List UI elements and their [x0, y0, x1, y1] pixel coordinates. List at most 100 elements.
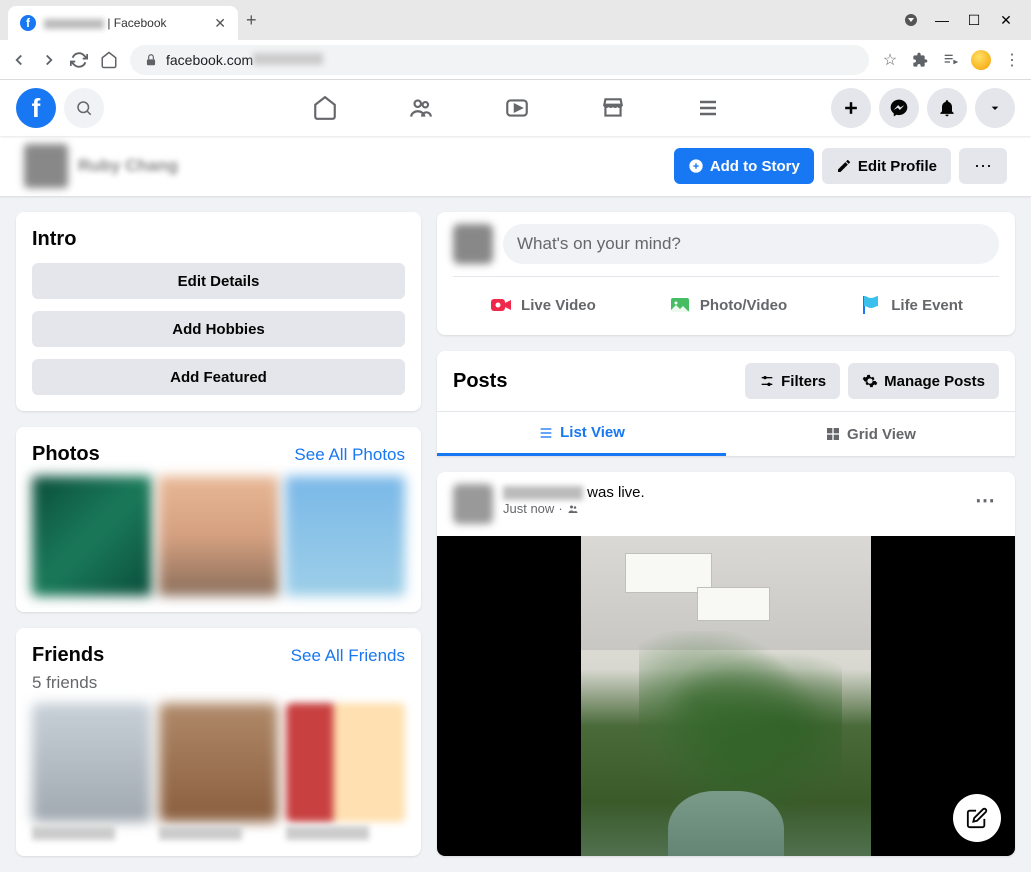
photos-title: Photos: [32, 443, 100, 466]
profile-more-button[interactable]: ⋯: [959, 148, 1007, 184]
life-event-button[interactable]: Life Event: [845, 287, 977, 323]
left-column: Intro Edit Details Add Hobbies Add Featu…: [16, 212, 421, 856]
composer-avatar[interactable]: [453, 224, 493, 264]
manage-posts-button[interactable]: Manage Posts: [848, 363, 999, 399]
composer-input[interactable]: What's on your mind?: [503, 224, 999, 264]
new-tab-button[interactable]: +: [246, 10, 257, 31]
plus-icon: [841, 98, 861, 118]
posts-title: Posts: [453, 370, 507, 393]
see-all-friends-link[interactable]: See All Friends: [291, 646, 405, 666]
maximize-button[interactable]: ☐: [967, 13, 981, 27]
friends-count: 5 friends: [32, 673, 405, 693]
post-image: [581, 536, 871, 856]
plus-circle-icon: [688, 158, 704, 174]
post-author-avatar[interactable]: [453, 484, 493, 524]
reading-list-icon[interactable]: [941, 51, 959, 69]
friend-grid: [32, 703, 405, 840]
photo-grid: [32, 476, 405, 596]
center-nav: [312, 95, 720, 121]
url-field[interactable]: facebook.com: [130, 45, 869, 75]
tab-close-icon[interactable]: ✕: [214, 15, 226, 32]
photos-card: Photos See All Photos: [16, 427, 421, 612]
friends-title: Friends: [32, 644, 104, 667]
browser-menu-icon[interactable]: ⋮: [1003, 51, 1021, 69]
add-hobbies-button[interactable]: Add Hobbies: [32, 311, 405, 347]
nav-menu[interactable]: [696, 95, 720, 121]
notifications-button[interactable]: [927, 88, 967, 128]
browser-tab[interactable]: f | Facebook ✕: [8, 6, 238, 40]
content-area: Intro Edit Details Add Hobbies Add Featu…: [0, 196, 1031, 872]
profile-header: Ruby Chang Add to Story Edit Profile ⋯: [0, 136, 1031, 196]
nav-watch[interactable]: [504, 95, 530, 121]
composer-card: What's on your mind? Live Video Photo/Vi…: [437, 212, 1015, 335]
address-bar: facebook.com ☆ ⋮: [0, 40, 1031, 80]
profile-avatar-small[interactable]: [24, 144, 68, 188]
photo-thumb[interactable]: [32, 476, 152, 596]
edit-profile-button[interactable]: Edit Profile: [822, 148, 951, 184]
facebook-top-nav: f: [0, 80, 1031, 136]
filters-button[interactable]: Filters: [745, 363, 840, 399]
right-column: What's on your mind? Live Video Photo/Vi…: [437, 212, 1015, 856]
nav-marketplace[interactable]: [600, 95, 626, 121]
live-video-button[interactable]: Live Video: [475, 287, 610, 323]
search-button[interactable]: [64, 88, 104, 128]
post-media[interactable]: [437, 536, 1015, 856]
add-to-story-button[interactable]: Add to Story: [674, 148, 814, 184]
profile-name: Ruby Chang: [78, 156, 178, 176]
post-author-name[interactable]: [503, 486, 583, 500]
nav-friends[interactable]: [408, 95, 434, 121]
facebook-favicon: f: [20, 15, 36, 31]
post-more-button[interactable]: ⋯: [971, 484, 999, 517]
create-button[interactable]: [831, 88, 871, 128]
see-all-photos-link[interactable]: See All Photos: [294, 445, 405, 465]
friends-card: Friends See All Friends 5 friends: [16, 628, 421, 856]
gear-icon: [862, 373, 878, 389]
photo-thumb[interactable]: [285, 476, 405, 596]
friend-item[interactable]: [32, 703, 151, 840]
close-window-button[interactable]: ✕: [999, 13, 1013, 27]
list-icon: [538, 425, 554, 441]
forward-button[interactable]: [40, 51, 58, 69]
profile-indicator-icon[interactable]: [905, 14, 917, 26]
pencil-icon: [836, 158, 852, 174]
messenger-button[interactable]: [879, 88, 919, 128]
post-card: was live. Just now · ⋯: [437, 472, 1015, 856]
home-button[interactable]: [100, 51, 118, 69]
view-tabs: List View Grid View: [437, 412, 1015, 456]
photo-video-button[interactable]: Photo/Video: [654, 287, 801, 323]
list-view-tab[interactable]: List View: [437, 412, 726, 456]
friend-item[interactable]: [286, 703, 405, 840]
grid-view-tab[interactable]: Grid View: [726, 412, 1015, 456]
intro-title: Intro: [32, 228, 405, 251]
facebook-logo[interactable]: f: [16, 88, 56, 128]
photo-icon: [668, 293, 692, 317]
chevron-down-icon: [987, 100, 1003, 116]
bell-icon: [937, 98, 957, 118]
add-featured-button[interactable]: Add Featured: [32, 359, 405, 395]
reload-button[interactable]: [70, 51, 88, 69]
minimize-button[interactable]: —: [935, 13, 949, 27]
right-nav: [831, 88, 1015, 128]
audience-friends-icon: [567, 503, 579, 515]
friend-item[interactable]: [159, 703, 278, 840]
intro-card: Intro Edit Details Add Hobbies Add Featu…: [16, 212, 421, 411]
edit-fab-button[interactable]: [953, 794, 1001, 842]
window-controls: — ☐ ✕: [905, 13, 1023, 27]
back-button[interactable]: [10, 51, 28, 69]
post-timestamp: Just now ·: [503, 501, 961, 516]
edit-icon: [966, 807, 988, 829]
edit-details-button[interactable]: Edit Details: [32, 263, 405, 299]
flag-icon: [859, 293, 883, 317]
posts-header: Posts Filters Manage Posts List View: [437, 351, 1015, 456]
lock-icon: [144, 53, 158, 67]
messenger-icon: [889, 98, 909, 118]
star-icon[interactable]: ☆: [881, 51, 899, 69]
nav-home[interactable]: [312, 95, 338, 121]
extensions-icon[interactable]: [911, 51, 929, 69]
url-text: facebook.com: [166, 52, 323, 68]
account-button[interactable]: [975, 88, 1015, 128]
sliders-icon: [759, 373, 775, 389]
extension-yellow-icon[interactable]: [971, 50, 991, 70]
photo-thumb[interactable]: [158, 476, 278, 596]
post-author-line: was live.: [503, 484, 961, 501]
